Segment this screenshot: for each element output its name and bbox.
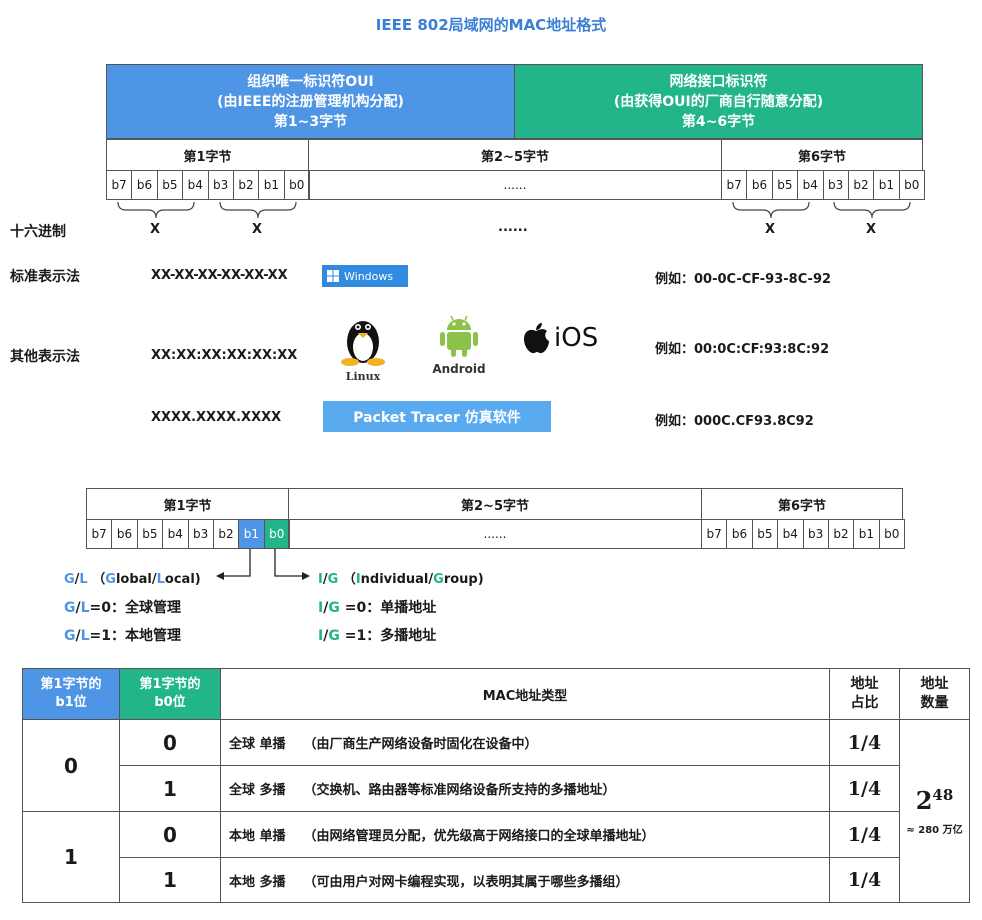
- row-0-type-cell: 全球 单播 （由厂商生产网络设备时固化在设备中）: [220, 719, 830, 766]
- count-exp: 48: [932, 786, 954, 804]
- ig-head-g: G: [327, 572, 339, 587]
- row-0-type: 全球 单播: [229, 737, 286, 752]
- ig-zero: I/G =0：单播地址: [318, 597, 436, 617]
- col-header-b0-line2: b0位: [154, 695, 186, 710]
- col-header-b0: 第1字节的 b0位: [119, 668, 221, 720]
- gl1-g: G: [64, 628, 76, 644]
- gl1-rest: =1：本地管理: [89, 628, 182, 644]
- col-header-ratio-line2: 占比: [850, 695, 879, 711]
- gl0-rest: =0：全球管理: [89, 600, 182, 616]
- row-3-desc: （可由用户对网卡编程实现，以表明其属于哪些多播组）: [303, 874, 629, 890]
- gl-global: lobal/: [115, 572, 157, 587]
- gl-g-letter: G: [105, 572, 116, 587]
- b1-value-0: 0: [22, 719, 120, 812]
- ig-individual: ndividual/: [360, 572, 434, 587]
- ig-paren: （: [342, 572, 356, 587]
- gl-paren: （: [92, 572, 106, 587]
- row-2-desc: （由网络管理员分配，优先级高于网络接口的全球单播地址）: [303, 829, 655, 844]
- ig0-rest: =0：单播地址: [339, 600, 437, 616]
- col-header-ratio: 地址 占比: [829, 668, 900, 720]
- count-note: ≈ 280 万亿: [906, 825, 963, 836]
- col-header-ratio-line1: 地址: [850, 676, 879, 692]
- col-header-b1-line2: b1位: [55, 695, 87, 710]
- row-3-b0: 1: [119, 857, 221, 903]
- row-1-b0: 1: [119, 765, 221, 812]
- gl-one: G/L=1：本地管理: [64, 625, 181, 645]
- row-3-ratio: 1/4: [829, 857, 900, 903]
- gl-l-letter: L: [156, 572, 165, 587]
- address-count: 248: [916, 786, 954, 815]
- ig0-g: G: [328, 600, 340, 616]
- col-header-count: 地址 数量: [899, 668, 970, 720]
- col-header-count-line2: 数量: [920, 695, 949, 711]
- row-1-type: 全球 多播: [229, 783, 286, 798]
- row-0-ratio: 1/4: [829, 719, 900, 766]
- row-0-b0: 0: [119, 719, 221, 766]
- ig-one: I/G =1：多播地址: [318, 625, 436, 645]
- bit-arrows: [216, 549, 310, 580]
- row-1-ratio: 1/4: [829, 765, 900, 812]
- col-header-type: MAC地址类型: [220, 668, 830, 720]
- col-header-count-line1: 地址: [920, 676, 949, 692]
- gl1-l: L: [80, 628, 90, 644]
- col-header-b1: 第1字节的 b1位: [22, 668, 120, 720]
- col-header-b1-line1: 第1字节的: [40, 677, 102, 692]
- gl-heading: G/L （Global/Local): [64, 568, 201, 587]
- row-3-type: 本地 多播: [229, 874, 286, 890]
- row-1-type-cell: 全球 多播 （交换机、路由器等标准网络设备所支持的多播地址）: [220, 765, 830, 812]
- gl-head-l: L: [79, 572, 88, 587]
- row-2-b0: 0: [119, 811, 221, 858]
- row-2-type-cell: 本地 单播 （由网络管理员分配，优先级高于网络接口的全球单播地址）: [220, 811, 830, 858]
- ig1-rest: =1：多播地址: [339, 628, 437, 644]
- count-base: 2: [915, 786, 933, 815]
- gl-head-g: G: [64, 572, 75, 587]
- address-count-cell: 248 ≈ 280 万亿: [899, 719, 970, 903]
- col-header-b0-line1: 第1字节的: [139, 677, 201, 692]
- ig-g-letter: G: [433, 572, 444, 587]
- gl0-l: L: [80, 600, 90, 616]
- gl-zero: G/L=0：全球管理: [64, 597, 181, 617]
- gl-local: ocal): [164, 572, 201, 587]
- ig1-g: G: [328, 628, 340, 644]
- row-2-ratio: 1/4: [829, 811, 900, 858]
- ig-heading: I/G （Individual/Group): [318, 568, 484, 587]
- b1-value-1: 1: [22, 811, 120, 903]
- row-1-desc: （交换机、路由器等标准网络设备所支持的多播地址）: [303, 783, 616, 798]
- ig-group: roup): [443, 572, 484, 587]
- row-0-desc: （由厂商生产网络设备时固化在设备中）: [303, 737, 538, 752]
- row-3-type-cell: 本地 多播 （可由用户对网卡编程实现，以表明其属于哪些多播组）: [220, 857, 830, 903]
- gl0-g: G: [64, 600, 76, 616]
- row-2-type: 本地 单播: [229, 829, 286, 844]
